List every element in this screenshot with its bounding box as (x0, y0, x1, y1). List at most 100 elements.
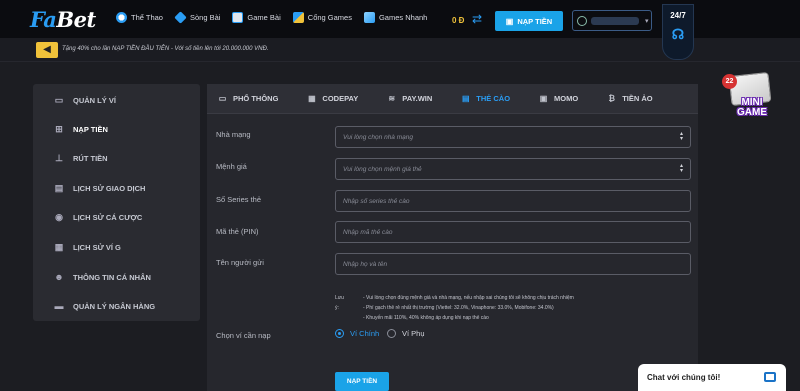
bank-icon: ▬ (54, 301, 64, 311)
sidebar-item-wallet-g-history[interactable]: ▦ LỊCH SỬ VÍ G (33, 233, 200, 261)
tab-paywin[interactable]: ≋ PAY.WIN (386, 94, 432, 103)
soccer-icon (116, 12, 127, 23)
tab-codepay[interactable]: ▦ CODEPAY (306, 94, 358, 103)
tab-label: TIỀN ẢO (622, 94, 653, 103)
tab-label: PAY.WIN (402, 94, 433, 103)
tab-label: PHỔ THÔNG (233, 94, 279, 103)
nav-label: Games Nhanh (378, 13, 428, 22)
sidebar-item-bank[interactable]: ▬ QUẢN LÝ NGÂN HÀNG (33, 292, 200, 320)
sidebar-item-label: QUẢN LÝ VÍ (73, 95, 116, 105)
sidebar-item-profile[interactable]: ☻ THÔNG TIN CÁ NHÂN (33, 263, 200, 291)
nav-item-sports[interactable]: Thể Thao (116, 12, 163, 23)
support-247-button[interactable]: 24/7 ☊ (662, 4, 694, 60)
submit-deposit-button[interactable]: NẠP TIỀN (335, 372, 389, 391)
carrier-placeholder: Vui lòng chọn nhà mạng (343, 133, 413, 141)
lightning-icon (363, 12, 375, 23)
radio-sub-wallet[interactable]: Ví Phụ (387, 329, 425, 338)
support-label: 24/7 (670, 11, 686, 20)
sidebar-item-bet-history[interactable]: ◉ LỊCH SỬ CÁ CƯỢC (33, 203, 200, 231)
nav-item-casino[interactable]: Sòng Bài (174, 11, 221, 24)
sidebar-item-label: RÚT TIỀN (73, 153, 108, 163)
account-sidebar: ▭ QUẢN LÝ VÍ ⊞ NẠP TIỀN ⊥ RÚT TIỀN ▤ LỊCH SỬ… (33, 84, 200, 321)
mini-game-widget[interactable]: 22 MINI GAME (722, 71, 780, 130)
cards-icon (232, 12, 244, 23)
sidebar-item-label: QUẢN LÝ NGÂN HÀNG (73, 301, 156, 311)
radio-label: Ví Chính (350, 329, 380, 338)
tab-standard[interactable]: ▭ PHỔ THÔNG (217, 94, 279, 103)
username-redacted (591, 16, 639, 25)
logo-text-b: Bet (56, 7, 96, 32)
momo-icon: ▣ (539, 94, 548, 103)
paywin-icon: ≋ (388, 94, 396, 103)
notes-list: - Vui lòng chọn đúng mệnh giá và nhà mạn… (363, 293, 693, 323)
tab-label: THẺ CÀO (476, 94, 511, 103)
radio-checked-icon (335, 329, 344, 338)
joystick-icon (292, 12, 304, 23)
serial-placeholder: Nhập số series thẻ cào (343, 197, 410, 205)
nav-label: Sòng Bài (189, 13, 221, 22)
note-line: - Vui lòng chọn đúng mệnh giá và nhà mạn… (363, 295, 574, 301)
radio-label: Ví Phụ (402, 329, 425, 338)
amount-label: Mệnh giá (216, 162, 247, 171)
sidebar-item-transactions[interactable]: ▤ LỊCH SỬ GIAO DỊCH (33, 174, 200, 202)
amount-select[interactable]: Vui lòng chọn mệnh giá thẻ ▴ ▾ (335, 158, 691, 180)
nav-item-game-portal[interactable]: Cổng Games (292, 12, 352, 23)
header-deposit-button[interactable]: ▣ NẠP TIỀN (495, 11, 563, 31)
wallet-icon: ▭ (54, 95, 64, 105)
tab-label: CODEPAY (322, 94, 359, 103)
avatar-icon (577, 15, 587, 26)
select-arrows-icon: ▴ ▾ (679, 163, 683, 174)
carrier-label: Nhà mạng (216, 130, 251, 139)
nav-label: Game Bài (247, 13, 281, 22)
serial-label: Số Series thẻ (216, 195, 262, 204)
radio-unchecked-icon (387, 329, 396, 338)
megaphone-icon: ◀ (36, 42, 58, 58)
nav-label: Cổng Games (307, 13, 352, 22)
amount-placeholder: Vui lòng chọn mệnh giá thẻ (343, 165, 422, 173)
nav-item-fast-games[interactable]: Games Nhanh (363, 12, 428, 23)
tab-scratch-card[interactable]: ▤ THẺ CÀO (460, 94, 510, 103)
mini-game-label: MINI GAME (737, 97, 767, 118)
sender-label: Tên người gửi (216, 258, 264, 267)
sidebar-item-withdraw[interactable]: ⊥ RÚT TIỀN (33, 144, 200, 172)
wallet-select-label: Chọn ví cần nạp (216, 331, 271, 340)
deposit-label: NẠP TIỀN (517, 16, 553, 26)
nav-label: Thể Thao (131, 13, 163, 22)
transfer-icon[interactable]: ⇄ (472, 12, 482, 26)
logo-text-a: Fa (30, 7, 57, 32)
tab-label: MOMO (554, 94, 579, 103)
pin-placeholder: Nhập mã thẻ cào (343, 228, 393, 236)
announcement-text: Tặng 40% cho lần NẠP TIỀN ĐẦU TIÊN - Với… (62, 46, 269, 52)
notes-label: Lưu ý: (335, 295, 344, 311)
sidebar-item-deposit[interactable]: ⊞ NẠP TIỀN (33, 115, 200, 143)
nav-item-card-games[interactable]: Game Bài (232, 12, 281, 23)
sidebar-item-label: THÔNG TIN CÁ NHÂN (73, 272, 151, 282)
serial-input[interactable]: Nhập số series thẻ cào (335, 190, 691, 212)
tab-momo[interactable]: ▣ MOMO (538, 94, 578, 103)
mini-game-badge: 22 (722, 74, 737, 89)
headset-icon: ☊ (671, 26, 685, 42)
sender-placeholder: Nhập họ và tên (343, 260, 388, 268)
chevron-down-icon: ▾ (645, 17, 649, 25)
sidebar-item-label: NẠP TIỀN (73, 124, 108, 134)
user-account-menu[interactable]: ▾ (572, 10, 652, 31)
sidebar-item-wallet[interactable]: ▭ QUẢN LÝ VÍ (33, 86, 200, 114)
user-icon: ☻ (54, 272, 64, 282)
payment-method-tabs: ▭ PHỔ THÔNG ▦ CODEPAY ≋ PAY.WIN ▤ THẺ CÀO ▣ M… (207, 84, 698, 114)
note-line: - Phí gạch thẻ rẻ nhất thị trường (Viett… (363, 305, 554, 311)
sidebar-item-label: LỊCH SỬ VÍ G (73, 242, 121, 252)
sender-name-input[interactable]: Nhập họ và tên (335, 253, 691, 275)
chat-widget[interactable]: Chat với chúng tôi! (638, 364, 786, 391)
fabet-logo[interactable]: FaBet (30, 7, 96, 32)
pin-input[interactable]: Nhập mã thẻ cào (335, 221, 691, 243)
chat-label: Chat với chúng tôi! (647, 373, 721, 382)
deposit-icon: ⊞ (55, 124, 63, 134)
tab-crypto[interactable]: ₿ TIỀN ẢO (606, 94, 652, 103)
carrier-select[interactable]: Vui lòng chọn nhà mạng ▴ ▾ (335, 126, 691, 148)
radio-main-wallet[interactable]: Ví Chính (335, 329, 379, 338)
main-nav: Thể Thao Sòng Bài Game Bài Cổng Games Ga… (116, 11, 439, 24)
select-arrows-icon: ▴ ▾ (679, 131, 683, 142)
deposit-panel: ▭ PHỔ THÔNG ▦ CODEPAY ≋ PAY.WIN ▤ THẺ CÀO ▣ M… (207, 84, 698, 391)
history-icon: ▦ (54, 242, 64, 252)
balance-display: 0 Đ (452, 16, 465, 25)
